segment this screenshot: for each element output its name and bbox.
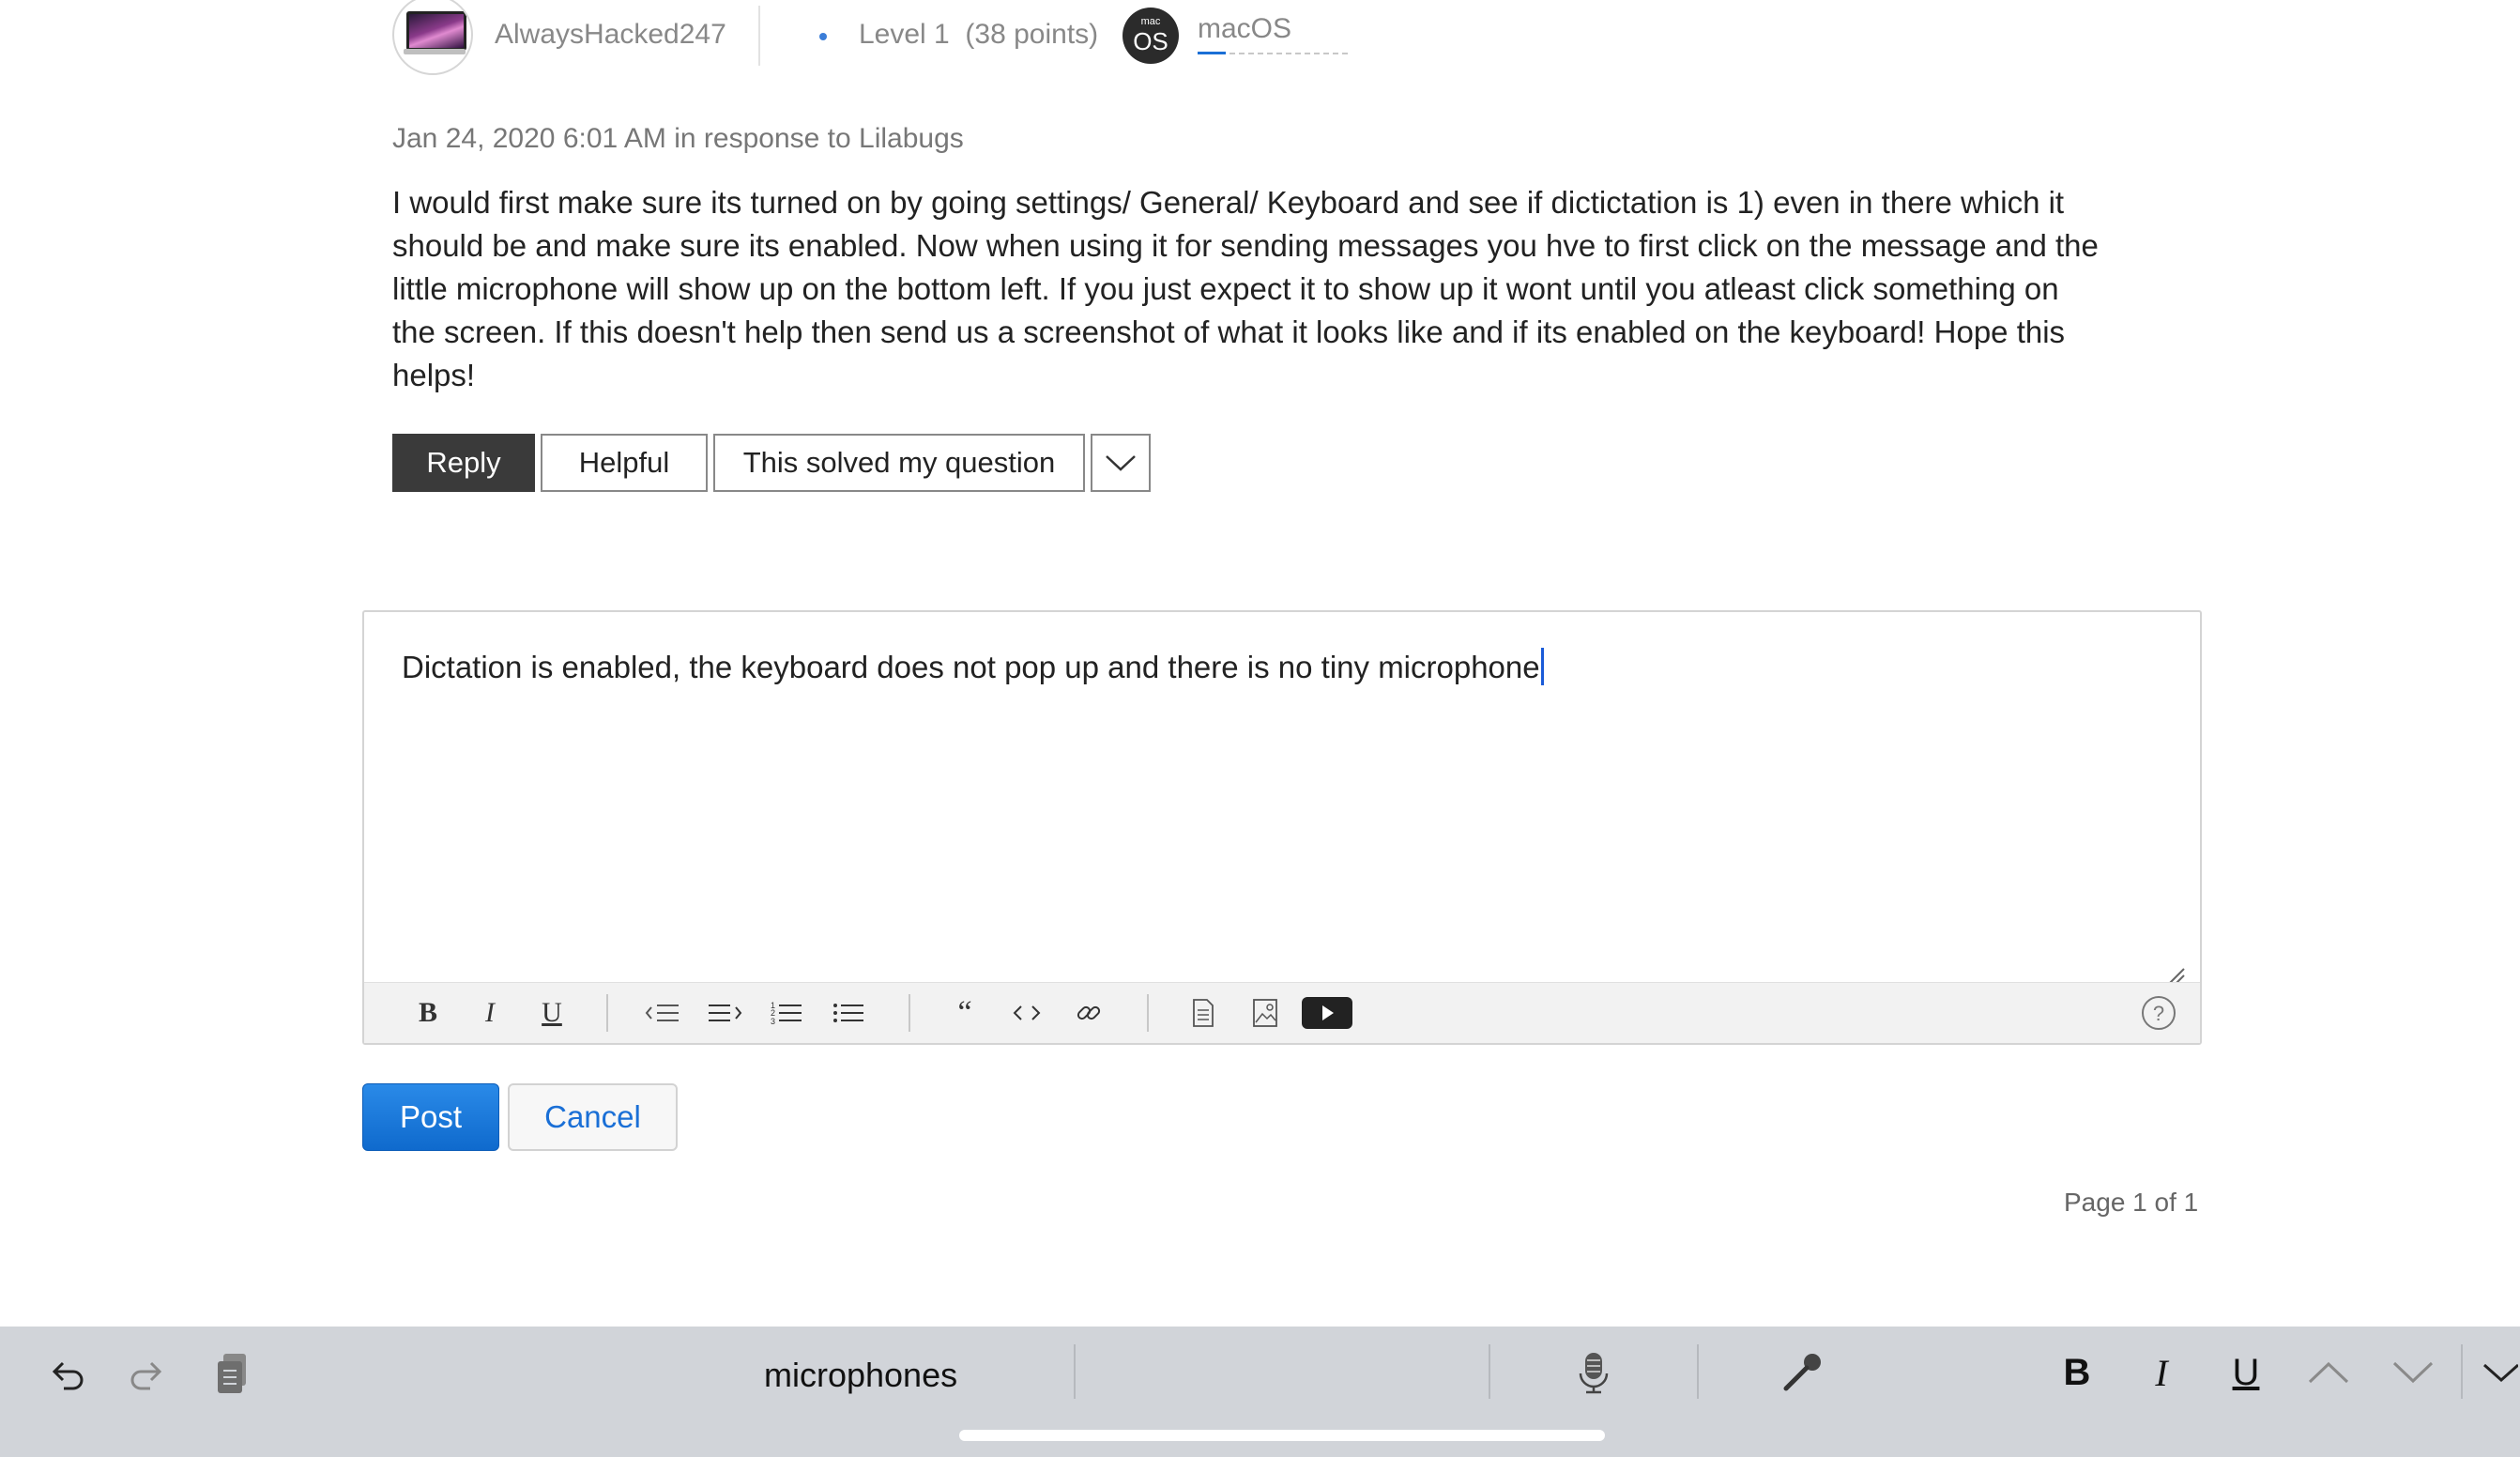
microphone-icon[interactable] <box>1776 1346 1828 1399</box>
italic-icon[interactable]: I <box>2135 1346 2188 1399</box>
link-icon[interactable] <box>1070 994 1107 1032</box>
post-body: I would first make sure its turned on by… <box>392 185 2099 392</box>
post-meta: Jan 24, 2020 6:01 AM in response to Lila… <box>392 123 964 154</box>
level-dot <box>819 33 827 40</box>
text-caret <box>1540 648 1544 685</box>
chevron-down-icon <box>1106 455 1136 471</box>
document-icon[interactable] <box>1184 994 1222 1032</box>
editor-toolbar: B I U 123 “ ? <box>364 982 2200 1043</box>
predictive-suggestion[interactable]: microphones <box>764 1356 957 1395</box>
quote-icon[interactable]: “ <box>946 994 984 1032</box>
more-options-button[interactable] <box>1091 434 1151 492</box>
cancel-button[interactable]: Cancel <box>508 1083 678 1151</box>
indent-icon[interactable] <box>706 994 743 1032</box>
pagination: Page 1 of 1 <box>2064 1188 2199 1217</box>
code-icon[interactable] <box>1008 994 1046 1032</box>
laptop-image <box>406 11 466 51</box>
undo-icon[interactable] <box>39 1347 92 1400</box>
author-name[interactable]: AlwaysHacked247 <box>495 19 726 51</box>
helpful-button[interactable]: Helpful <box>541 434 708 492</box>
italic-icon[interactable]: I <box>471 994 509 1032</box>
help-icon[interactable]: ? <box>2140 994 2177 1032</box>
community-progress <box>1198 52 1348 54</box>
divider <box>758 6 760 66</box>
numbered-list-icon[interactable]: 123 <box>768 994 805 1032</box>
outdent-icon[interactable] <box>644 994 681 1032</box>
underline-icon[interactable]: U <box>533 994 571 1032</box>
avatar[interactable] <box>392 0 473 75</box>
bold-icon[interactable]: B <box>409 994 447 1032</box>
underline-icon[interactable]: U <box>2220 1346 2272 1399</box>
chevron-up-icon[interactable] <box>2302 1346 2355 1399</box>
bold-icon[interactable]: B <box>2051 1346 2103 1399</box>
reply-button[interactable]: Reply <box>392 434 535 492</box>
post-button[interactable]: Post <box>362 1083 499 1151</box>
image-icon[interactable] <box>1246 994 1284 1032</box>
bulleted-list-icon[interactable] <box>830 994 867 1032</box>
editor-content[interactable]: Dictation is enabled, the keyboard does … <box>402 648 1544 685</box>
dictation-mic-icon[interactable] <box>1567 1346 1620 1399</box>
home-indicator[interactable] <box>959 1430 1605 1441</box>
user-level: Level 1 (38 points) <box>859 19 1099 50</box>
video-icon[interactable] <box>1301 994 1353 1032</box>
redo-icon[interactable] <box>122 1347 175 1400</box>
dismiss-keyboard-icon[interactable] <box>2478 1346 2520 1399</box>
chevron-down-icon[interactable] <box>2387 1346 2439 1399</box>
solved-button[interactable]: This solved my question <box>713 434 1085 492</box>
svg-text:?: ? <box>2153 1002 2164 1025</box>
paste-icon[interactable] <box>206 1347 259 1400</box>
community-name[interactable]: macOS <box>1198 13 1291 45</box>
macos-badge-icon: mac OS <box>1123 8 1179 64</box>
reply-editor[interactable]: Dictation is enabled, the keyboard does … <box>362 610 2202 1045</box>
svg-text:3: 3 <box>771 1017 775 1026</box>
